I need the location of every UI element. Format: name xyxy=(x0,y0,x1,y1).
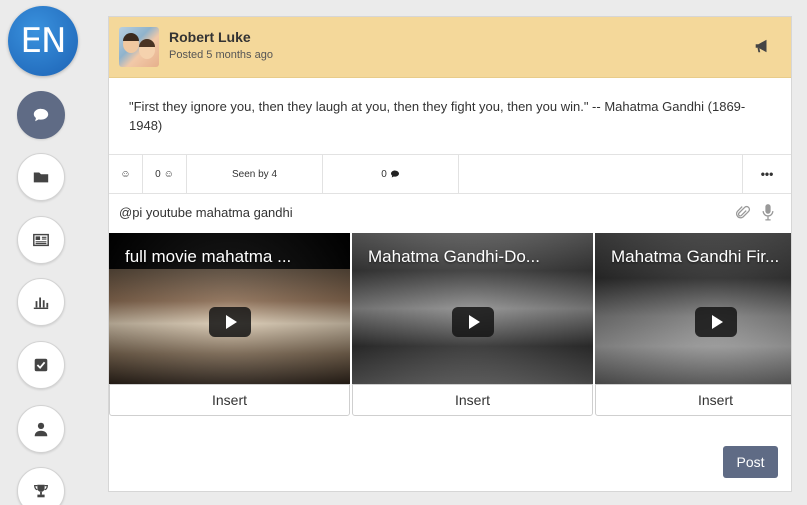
sidebar-item-tasks[interactable] xyxy=(17,341,65,389)
video-result: Mahatma Gandhi-Do... Insert xyxy=(352,233,593,416)
react-button[interactable]: ☺ xyxy=(109,155,143,193)
comment-input[interactable]: @pi youtube mahatma gandhi xyxy=(119,205,293,220)
video-thumbnail[interactable]: Mahatma Gandhi Fir... xyxy=(595,233,791,384)
reaction-count[interactable]: 0 ☺ xyxy=(143,155,187,193)
paperclip-icon[interactable] xyxy=(735,205,751,221)
seen-by[interactable]: Seen by 4 xyxy=(187,155,323,193)
video-title: Mahatma Gandhi-Do... xyxy=(368,247,540,266)
sidebar-item-files[interactable] xyxy=(17,153,65,201)
sidebar-item-news[interactable] xyxy=(17,216,65,264)
post-button[interactable]: Post xyxy=(723,446,778,478)
sidebar-item-chat[interactable] xyxy=(17,91,65,139)
comment-count[interactable]: 0 xyxy=(323,155,459,193)
post-timestamp: Posted 5 months ago xyxy=(169,49,273,61)
megaphone-icon[interactable] xyxy=(753,37,771,55)
trophy-icon xyxy=(34,484,48,498)
smiley-icon: ☺ xyxy=(120,168,131,180)
insert-button[interactable]: Insert xyxy=(109,384,350,416)
post-stats-bar: ☺ 0 ☺ Seen by 4 0 ••• xyxy=(109,154,791,194)
video-results: full movie mahatma ... Insert Mahatma Ga… xyxy=(109,233,791,417)
sidebar-item-achievements[interactable] xyxy=(17,467,65,505)
post-body: "First they ignore you, then they laugh … xyxy=(129,99,746,133)
bar-chart-icon xyxy=(33,297,49,310)
app-logo[interactable]: EN xyxy=(8,6,78,76)
user-icon xyxy=(34,422,48,437)
video-result: Mahatma Gandhi Fir... Insert xyxy=(595,233,791,416)
play-icon[interactable] xyxy=(695,307,737,337)
video-title: full movie mahatma ... xyxy=(125,247,292,266)
insert-button[interactable]: Insert xyxy=(352,384,593,416)
smiley-icon: ☺ xyxy=(163,168,174,180)
play-icon[interactable] xyxy=(209,307,251,337)
folder-icon xyxy=(33,172,49,183)
post-header: Robert Luke Posted 5 months ago xyxy=(109,17,791,78)
insert-button[interactable]: Insert xyxy=(595,384,791,416)
post-card: Robert Luke Posted 5 months ago "First t… xyxy=(108,16,792,492)
more-options-button[interactable]: ••• xyxy=(743,155,791,193)
stats-spacer xyxy=(459,155,743,193)
microphone-icon[interactable] xyxy=(761,203,775,221)
video-result: full movie mahatma ... Insert xyxy=(109,233,350,416)
checkbox-icon xyxy=(34,358,48,372)
newspaper-icon xyxy=(33,233,49,247)
video-thumbnail[interactable]: full movie mahatma ... xyxy=(109,233,350,384)
video-thumbnail[interactable]: Mahatma Gandhi-Do... xyxy=(352,233,593,384)
video-title: Mahatma Gandhi Fir... xyxy=(611,247,780,266)
author-name[interactable]: Robert Luke xyxy=(169,29,251,45)
comment-icon xyxy=(390,170,399,178)
sidebar-item-analytics[interactable] xyxy=(17,278,65,326)
chat-icon xyxy=(33,108,49,122)
play-icon[interactable] xyxy=(452,307,494,337)
avatar[interactable] xyxy=(119,27,159,67)
sidebar-item-profile[interactable] xyxy=(17,405,65,453)
